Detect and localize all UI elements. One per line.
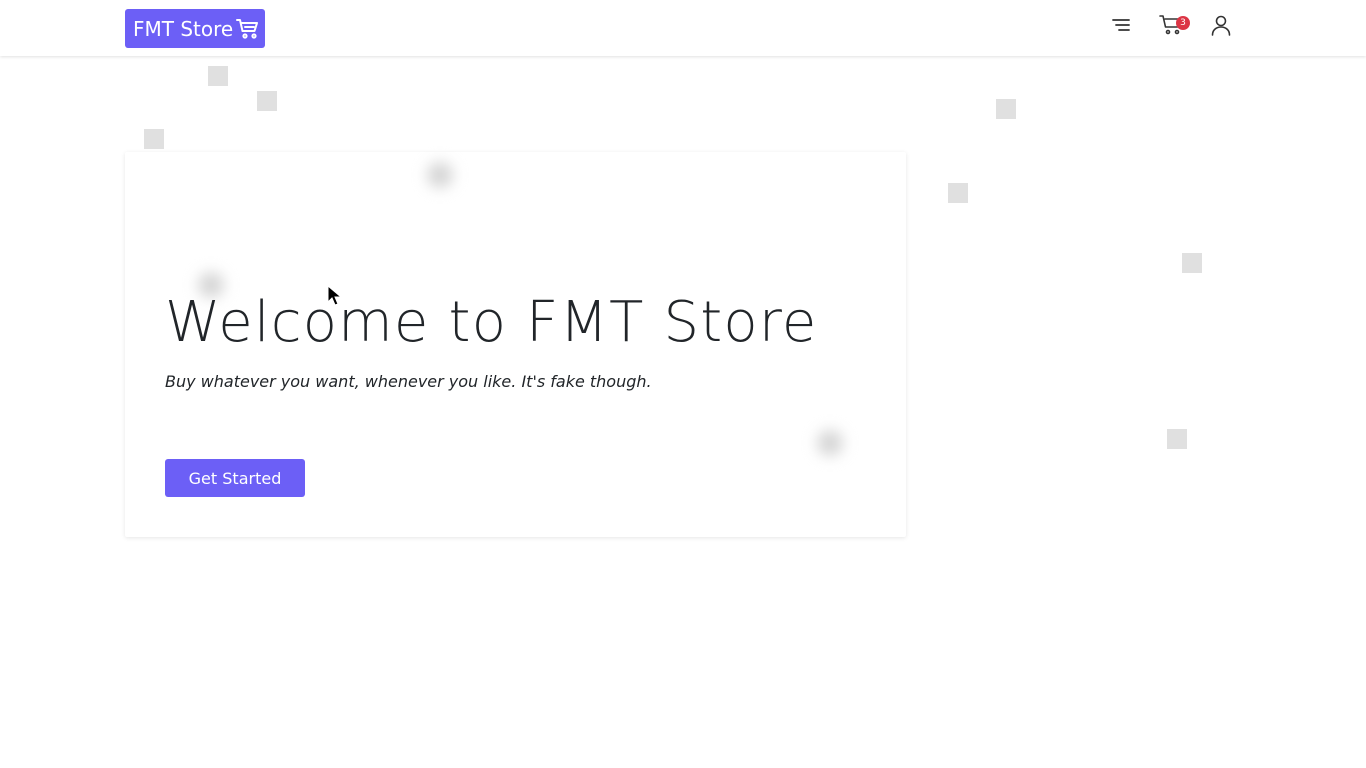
mouse-cursor-icon (327, 284, 343, 311)
decor-square (1167, 429, 1187, 449)
decor-square (996, 99, 1016, 119)
cart-button[interactable]: 3 (1158, 14, 1190, 40)
decor-blur (427, 162, 453, 188)
decor-square (948, 183, 968, 203)
user-icon (1210, 14, 1232, 40)
user-button[interactable] (1208, 14, 1234, 40)
decor-square (144, 129, 164, 149)
brand-label: FMT Store (133, 16, 234, 41)
hero-title: Welcome to FMT Store (165, 290, 818, 355)
menu-icon (1111, 17, 1131, 37)
cart-count-badge: 3 (1176, 16, 1190, 30)
decor-square (208, 66, 228, 86)
navbar: FMT Store 3 (0, 0, 1366, 56)
get-started-button[interactable]: Get Started (165, 459, 305, 497)
hero-subtitle: Buy whatever you want, whenever you like… (165, 372, 652, 391)
decor-blur (817, 430, 843, 456)
decor-square (257, 91, 277, 111)
menu-button[interactable] (1108, 14, 1134, 40)
hero-card: Welcome to FMT Store Buy whatever you wa… (125, 152, 906, 537)
cart-icon (236, 18, 260, 40)
decor-square (1182, 253, 1202, 273)
brand-link[interactable]: FMT Store (125, 9, 265, 48)
